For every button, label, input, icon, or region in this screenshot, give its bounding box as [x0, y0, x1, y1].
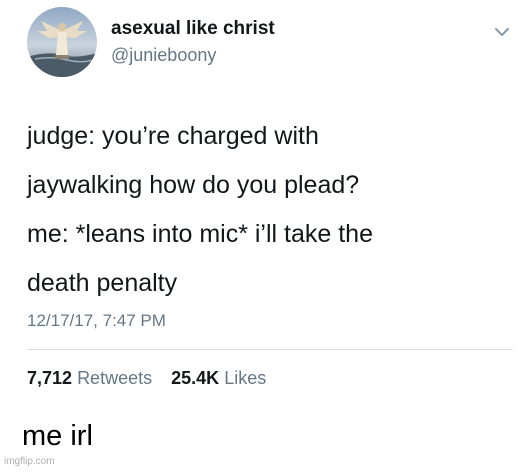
chevron-down-icon [495, 28, 509, 36]
tweet-menu-button[interactable] [490, 20, 514, 44]
avatar[interactable] [27, 7, 97, 77]
angel-statue-icon [27, 7, 97, 77]
retweets-count: 7,712 [27, 368, 73, 388]
divider [27, 349, 513, 350]
tweet-card: asexual like christ @junieboony judge: y… [0, 0, 531, 410]
retweets-label: Retweets [77, 368, 153, 388]
tweet-text-line: judge: you’re charged with [27, 122, 319, 150]
likes-count: 25.4K [171, 368, 220, 388]
display-name[interactable]: asexual like christ [111, 18, 275, 40]
tweet-text: judge: you’re charged with jaywalking ho… [27, 112, 507, 308]
meme-caption: me irl [22, 420, 93, 452]
retweets-stat[interactable]: 7,712 Retweets [27, 368, 152, 389]
likes-label: Likes [224, 368, 267, 388]
tweet-stats: 7,712 Retweets 25.4K Likes [27, 368, 266, 389]
watermark: imgflip.com [4, 456, 55, 467]
tweet-timestamp[interactable]: 12/17/17, 7:47 PM [27, 311, 166, 331]
likes-stat[interactable]: 25.4K Likes [171, 368, 266, 389]
tweet-text-line: me: *leans into mic* i’ll take the [27, 220, 373, 248]
tweet-text-line: death penalty [27, 269, 178, 297]
user-handle[interactable]: @junieboony [111, 45, 216, 66]
tweet-text-line: jaywalking how do you plead? [27, 171, 360, 199]
